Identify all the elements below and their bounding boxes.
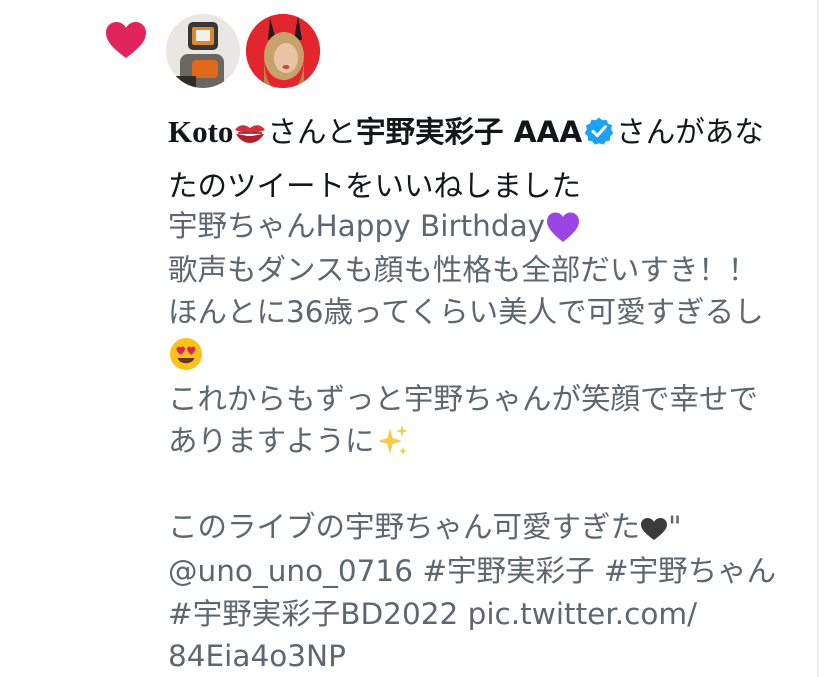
tweet-line [168, 334, 808, 378]
tweet-line: ありますように [168, 420, 808, 464]
tweet-line: このライブの宇野ちゃん可愛すぎた " [168, 506, 808, 550]
like-notification-text: Koto さんと宇野実彩子 AAA さんがあな たのツイートをいいねしました [168, 106, 808, 212]
black-heart-icon [640, 508, 668, 551]
tweet-line[interactable]: 84Eia4o3NP [168, 635, 808, 677]
verified-badge-icon [584, 117, 614, 145]
tweet-line: 歌声もダンスも顔も性格も全部だいすき！！ [168, 252, 758, 287]
column-divider [817, 0, 819, 677]
like-notification[interactable]: Koto さんと宇野実彩子 AAA さんがあな たのツイートをいいねしました 宇野ちゃ… [0, 0, 828, 677]
kiss-mark-icon [233, 108, 267, 160]
user-name[interactable]: 宇野実彩子 AAA [356, 115, 582, 149]
tweet-line: ほんとに36歳ってくらい美人で可愛すぎるし [168, 295, 764, 330]
tweet-line[interactable]: #宇野実彩子BD2022 pic.twitter.com/ [168, 593, 808, 636]
avatar[interactable] [246, 14, 320, 88]
notification-suffix: さんがあな [616, 115, 764, 149]
tweet-line: これからもずっと宇野ちゃんが笑顔で幸せで [168, 381, 759, 416]
tweet-line: 宇野ちゃんHappy Birthday [168, 205, 808, 249]
tweet-line[interactable]: @uno_uno_0716 #宇野実彩子 #宇野ちゃん [168, 550, 808, 593]
connector-text: さんと [267, 115, 356, 149]
heart-eyes-face-icon [168, 335, 204, 378]
user-name[interactable]: Koto [168, 114, 233, 149]
notification-suffix: たのツイートをいいねしました [168, 168, 582, 203]
purple-heart-icon [545, 206, 581, 249]
sparkles-icon [375, 421, 411, 464]
heart-icon [106, 22, 146, 58]
avatar[interactable] [166, 14, 240, 88]
tweet-text[interactable]: 宇野ちゃんHappy Birthday 歌声もダンスも顔も性格も全部だいすき！！… [168, 205, 808, 677]
